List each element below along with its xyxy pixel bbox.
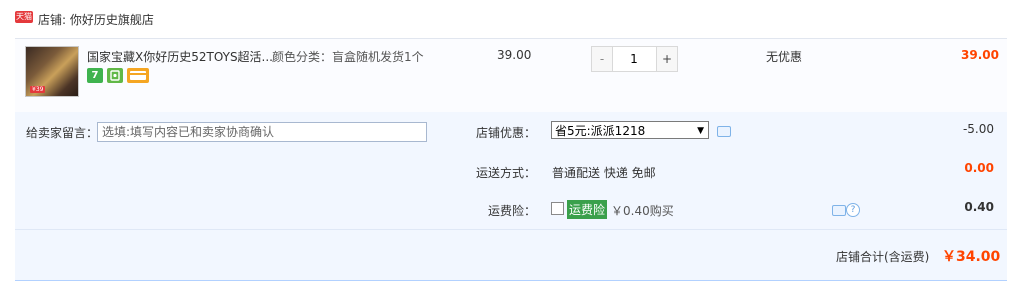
thumbnail-price-tag: ¥39: [30, 86, 46, 93]
shop-discount-value: -5.00: [962, 122, 994, 136]
guarantee-icon[interactable]: [107, 68, 123, 83]
quantity-stepper: - +: [591, 46, 678, 72]
product-sku: 颜色分类：盲盒随机发货1个: [272, 50, 424, 64]
dropdown-arrow-icon: ▼: [697, 126, 704, 136]
insurance-tag: 运费险: [567, 200, 608, 219]
increase-quantity-button[interactable]: +: [656, 47, 677, 71]
shop-total-value: ￥34.00: [942, 249, 1001, 265]
quantity-input[interactable]: [613, 47, 655, 71]
insurance-price: ￥0.40购买: [611, 204, 674, 218]
item-discount: 无优惠: [766, 50, 803, 64]
shop-discount-selected: 省5元:派派1218: [555, 124, 646, 138]
message-label: 给卖家留言：: [26, 126, 99, 140]
product-title-link[interactable]: 国家宝藏X你好历史52TOYS超活...: [87, 48, 273, 65]
shipping-value: 0.00: [964, 161, 994, 175]
tmall-badge: 天猫: [15, 11, 33, 23]
shipping-method: 普通配送 快递 免邮: [552, 166, 656, 180]
options-divider: [15, 229, 1007, 230]
shipping-label: 运送方式：: [475, 166, 536, 180]
product-thumbnail[interactable]: ¥39: [25, 46, 79, 97]
unit-price: 39.00: [497, 48, 532, 62]
shop-discount-select[interactable]: 省5元:派派1218 ▼: [551, 121, 709, 139]
insurance-label: 运费险：: [487, 204, 536, 218]
seven-day-return-icon[interactable]: 7: [87, 68, 103, 83]
insurance-chat-icon[interactable]: [832, 205, 846, 216]
insurance-value: 0.40: [964, 200, 994, 214]
help-icon[interactable]: ?: [846, 203, 860, 217]
item-subtotal: 39.00: [961, 48, 999, 62]
decrease-quantity-button[interactable]: -: [592, 47, 613, 71]
chat-icon[interactable]: [717, 126, 731, 137]
shop-name[interactable]: 店铺: 你好历史旗舰店: [38, 11, 154, 28]
shop-total-label: 店铺合计(含运费): [836, 250, 930, 264]
insurance-checkbox[interactable]: [551, 202, 564, 215]
seller-message-input[interactable]: [97, 122, 427, 142]
shop-discount-label: 店铺优惠：: [475, 126, 536, 140]
credit-card-icon[interactable]: [127, 68, 149, 83]
